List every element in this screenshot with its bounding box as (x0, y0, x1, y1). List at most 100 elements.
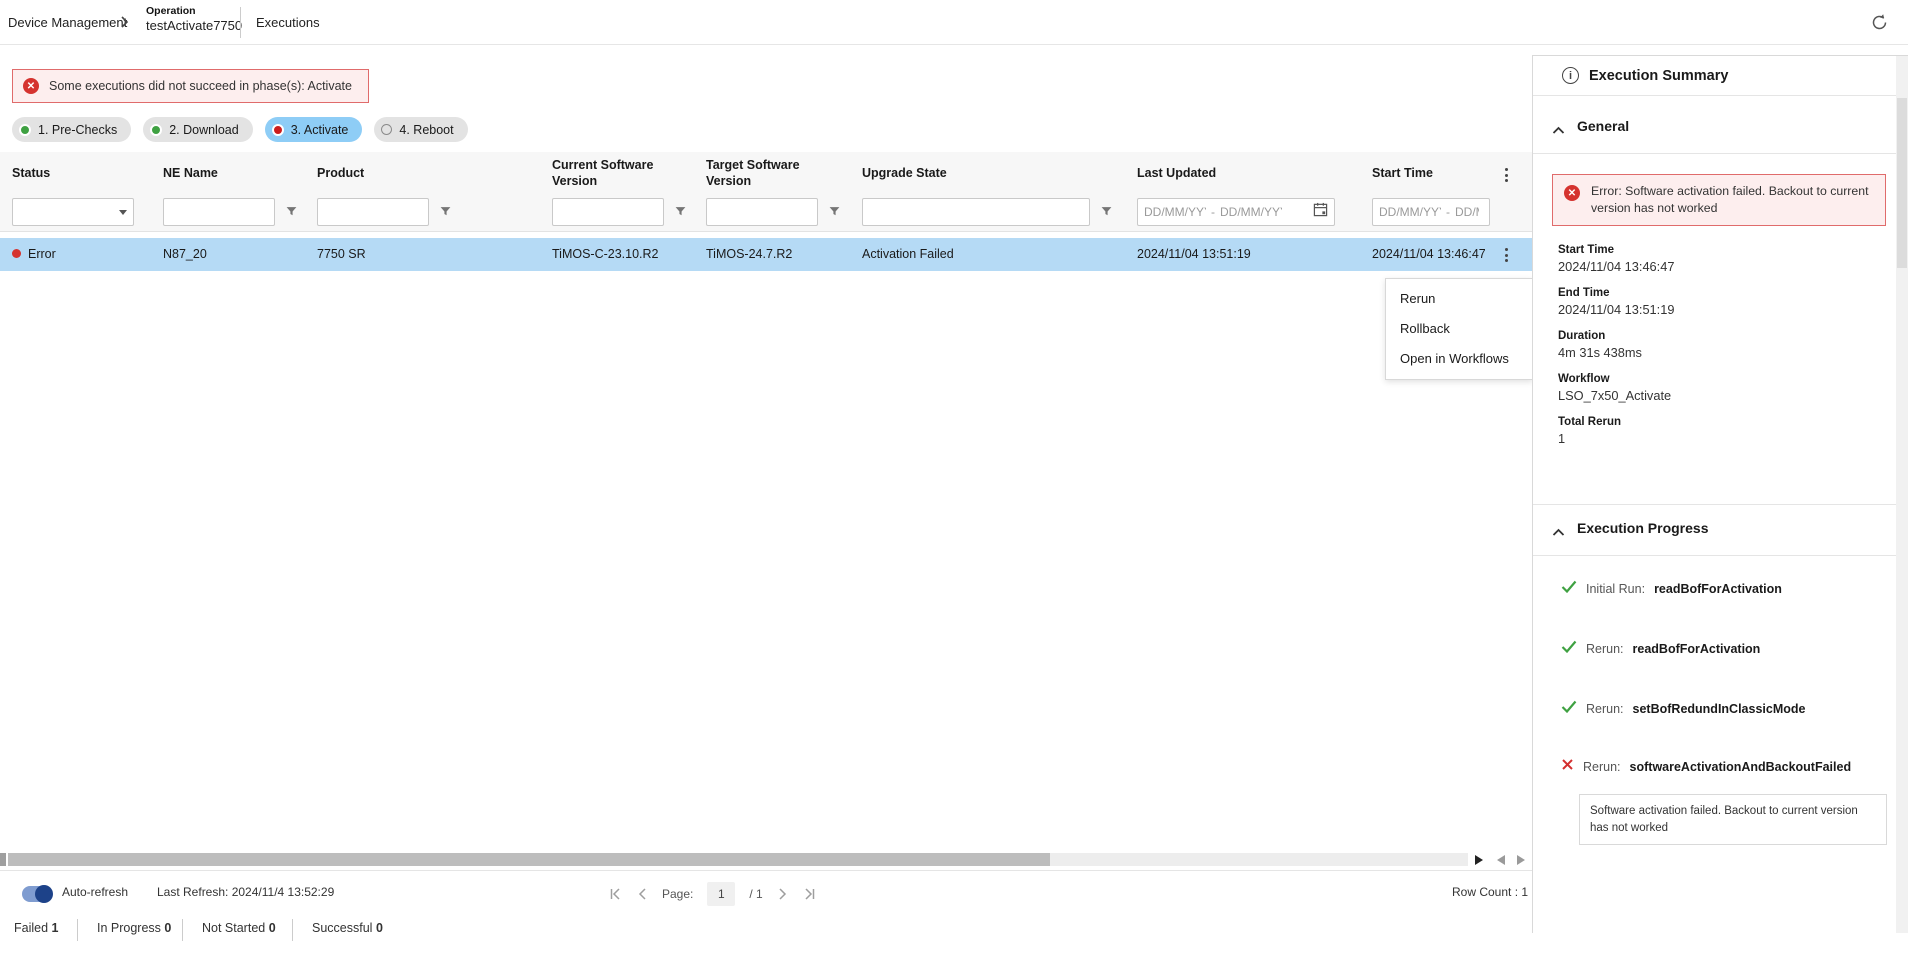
date-from-placeholder: DD/MM/YYYY (1144, 205, 1206, 219)
section-divider (1533, 555, 1908, 556)
cell-current-software-version: TiMOS-C-23.10.R2 (552, 238, 697, 271)
phase-chip-download[interactable]: 2. Download (143, 117, 253, 142)
execution-progress-section-header[interactable]: Execution Progress (1533, 516, 1908, 546)
progress-task-name: setBofRedundInClassicMode (1633, 702, 1806, 716)
tab-divider (292, 919, 293, 941)
breadcrumb-divider (240, 7, 241, 38)
check-icon (1561, 700, 1577, 718)
prev-page-icon[interactable] (636, 887, 648, 901)
cross-icon (1561, 758, 1574, 776)
upgrade-state-filter-icon[interactable] (1100, 205, 1113, 223)
horizontal-scrollbar-thumb[interactable] (8, 853, 1050, 866)
phase-chip-pre-checks[interactable]: 1. Pre-Checks (12, 117, 131, 142)
status-filter-select[interactable] (12, 198, 134, 226)
section-divider (1533, 153, 1908, 154)
upgrade-state-filter-input[interactable] (862, 198, 1090, 226)
row-actions-kebab-icon[interactable] (1502, 245, 1511, 265)
column-header-ne-name[interactable]: NE Name (163, 152, 308, 196)
last-page-icon[interactable] (803, 887, 817, 901)
date-to-placeholder: DD/MM/YYYY (1220, 205, 1282, 219)
error-banner: ✕ Some executions did not succeed in pha… (12, 69, 369, 103)
phase-error-dot-icon (272, 124, 284, 136)
toggle-knob (35, 885, 53, 903)
last-refresh-text: Last Refresh: 2024/11/4 13:52:29 (157, 885, 334, 899)
ne-name-filter-input[interactable] (163, 198, 275, 226)
product-filter-input[interactable] (317, 198, 429, 226)
phase-success-dot-icon (150, 124, 162, 136)
menu-item-open-in-workflows[interactable]: Open in Workflows (1386, 344, 1532, 374)
menu-item-rerun[interactable]: Rerun (1386, 284, 1532, 314)
top-bar: Device Management Operation testActivate… (0, 0, 1908, 45)
scroll-right-arrow-icon[interactable] (1517, 855, 1525, 865)
hscrollbar-left-edge[interactable] (0, 853, 6, 866)
general-fields: Start Time 2024/11/04 13:46:47 End Time … (1558, 244, 1878, 459)
row-count-text: Row Count : 1 (1452, 885, 1528, 899)
cell-upgrade-state: Activation Failed (862, 238, 1012, 271)
field-value: 2024/11/04 13:51:19 (1558, 302, 1878, 317)
column-header-current-software-version[interactable]: Current Software Version (552, 152, 664, 196)
column-header-target-software-version[interactable]: Target Software Version (706, 152, 818, 196)
phase-chip-activate[interactable]: 3. Activate (265, 117, 363, 142)
execution-summary-panel: i Execution Summary General ✕ Error: Sof… (1532, 55, 1908, 933)
product-filter-icon[interactable] (439, 205, 452, 223)
phase-chip-reboot[interactable]: 4. Reboot (374, 117, 467, 142)
column-header-start-time[interactable]: Start Time (1372, 152, 1482, 196)
column-header-upgrade-state[interactable]: Upgrade State (862, 152, 1012, 196)
next-page-icon[interactable] (777, 887, 789, 901)
refresh-icon[interactable] (1870, 13, 1890, 33)
field-value: 4m 31s 438ms (1558, 345, 1878, 360)
general-section-title: General (1577, 118, 1629, 134)
progress-prefix: Initial Run: (1586, 582, 1645, 596)
progress-task-name: readBofForActivation (1633, 642, 1761, 656)
general-section-header[interactable]: General (1533, 114, 1908, 144)
target-software-filter-icon[interactable] (828, 205, 841, 223)
current-software-filter-icon[interactable] (674, 205, 687, 223)
auto-refresh-toggle[interactable] (22, 886, 52, 902)
panel-scrollbar-track[interactable] (1896, 56, 1908, 933)
chevron-down-icon (119, 210, 127, 215)
error-dot-icon (12, 249, 21, 258)
operation-name: testActivate7750 (146, 18, 242, 33)
field-value: 2024/11/04 13:46:47 (1558, 259, 1878, 274)
progress-prefix: Rerun: (1586, 702, 1624, 716)
target-software-filter-input[interactable] (706, 198, 818, 226)
cell-status: Error (12, 238, 152, 271)
column-header-product[interactable]: Product (317, 152, 467, 196)
date-range-separator: - (1446, 205, 1450, 219)
scroll-left-arrow-icon[interactable] (1497, 855, 1505, 865)
field-start-time: Start Time 2024/11/04 13:46:47 (1558, 244, 1878, 274)
last-updated-date-range-input[interactable]: DD/MM/YYYY - DD/MM/YYYY (1137, 198, 1335, 226)
progress-error-note: Software activation failed. Backout to c… (1579, 794, 1887, 845)
check-icon (1561, 640, 1577, 658)
table-row[interactable]: Error N87_20 7750 SR TiMOS-C-23.10.R2 Ti… (0, 238, 1533, 271)
chevron-up-icon (1552, 524, 1565, 542)
phase-chips: 1. Pre-Checks 2. Download 3. Activate 4.… (12, 117, 468, 142)
field-label: Duration (1558, 330, 1878, 342)
panel-header: i Execution Summary (1533, 56, 1908, 96)
panel-scrollbar-thumb[interactable] (1897, 98, 1907, 268)
cell-last-updated: 2024/11/04 13:51:19 (1137, 238, 1287, 271)
progress-task-name: softwareActivationAndBackoutFailed (1630, 760, 1852, 774)
cell-target-software-version: TiMOS-24.7.R2 (706, 238, 851, 271)
operation-label: Operation (146, 5, 242, 17)
menu-item-rollback[interactable]: Rollback (1386, 314, 1532, 344)
tab-divider (182, 919, 183, 941)
phase-pending-dot-icon (381, 124, 392, 135)
chevron-right-icon (118, 15, 130, 34)
table-settings-kebab-icon[interactable] (1502, 165, 1511, 185)
breadcrumb-executions: Executions (256, 0, 320, 45)
page-number-input[interactable]: 1 (707, 882, 735, 906)
breadcrumb-device-management[interactable]: Device Management (8, 0, 127, 45)
field-workflow: Workflow LSO_7x50_Activate (1558, 373, 1878, 403)
ne-name-filter-icon[interactable] (285, 205, 298, 223)
start-time-date-range-input[interactable]: DD/MM/YYYY - DD/MM/YYYY (1372, 198, 1490, 226)
first-page-icon[interactable] (608, 887, 622, 901)
scroll-right-arrow-icon[interactable] (1475, 855, 1483, 865)
column-header-status[interactable]: Status (12, 152, 152, 196)
calendar-icon[interactable] (1313, 202, 1328, 222)
horizontal-scrollbar-track[interactable] (8, 853, 1468, 866)
column-header-last-updated[interactable]: Last Updated (1137, 152, 1287, 196)
current-software-filter-input[interactable] (552, 198, 664, 226)
status-tabs: Failed 1 In Progress 0 Not Started 0 Suc… (0, 915, 1533, 978)
field-end-time: End Time 2024/11/04 13:51:19 (1558, 287, 1878, 317)
